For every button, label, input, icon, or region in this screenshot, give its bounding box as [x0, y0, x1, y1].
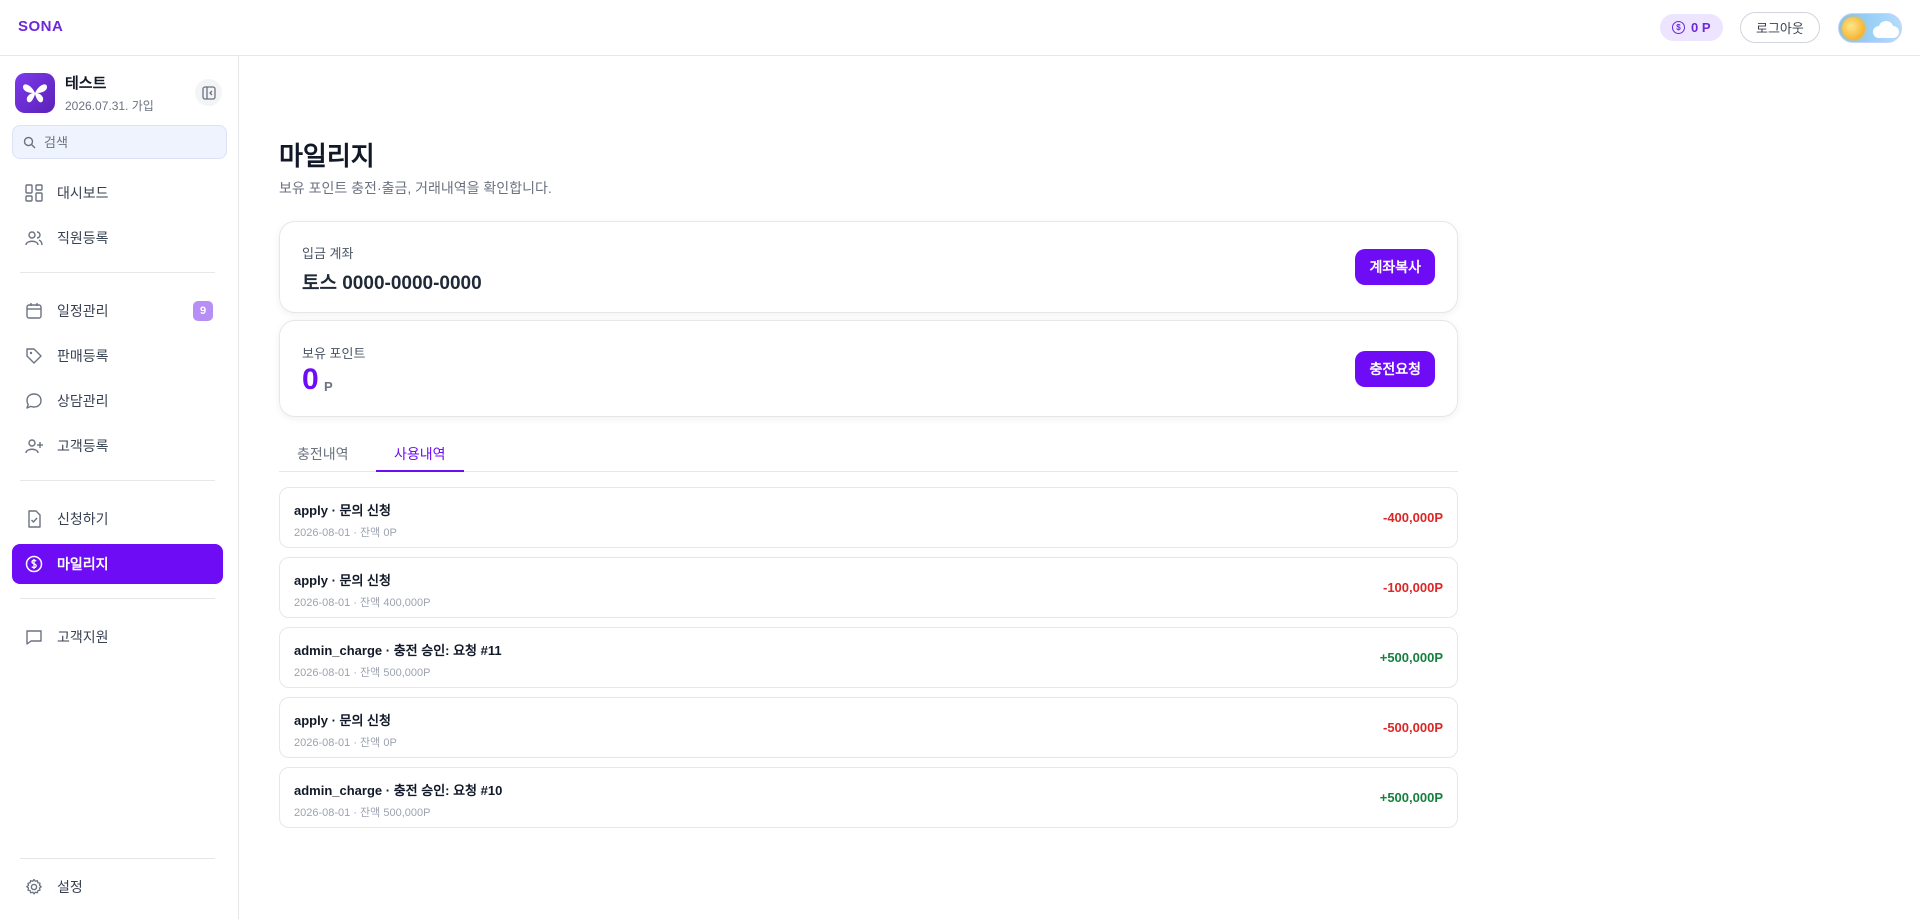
avatar[interactable]: [15, 73, 55, 113]
transaction-meta: 2026-08-01 · 잔액 400,000P: [294, 597, 431, 609]
top-bar: SONA $ 0 P 로그아웃: [0, 0, 1920, 56]
coin-icon: $: [1672, 21, 1685, 34]
tab-charge-history[interactable]: 충전내역: [279, 438, 367, 472]
transaction-amount: -400,000P: [1383, 510, 1443, 525]
sidebar-item-label: 직원등록: [57, 230, 109, 246]
history-tabs: 충전내역 사용내역: [279, 438, 1458, 472]
profile: 테스트 2026.07.31. 가입: [15, 72, 154, 114]
file-check-icon: [24, 509, 44, 529]
chat-icon: [24, 391, 44, 411]
deposit-account-card: 입금 계좌 토스 0000-0000-0000 계좌복사: [279, 221, 1458, 313]
sidebar-divider: [20, 598, 215, 599]
transaction-title: admin_charge · 충전 승인: 요청 #10: [294, 783, 503, 798]
sidebar-item-schedule[interactable]: 일정관리 9: [12, 291, 223, 331]
points-balance-card: 보유 포인트 0 P 충전요청: [279, 320, 1458, 417]
search-box: [12, 125, 227, 159]
sidebar-item-dashboard[interactable]: 대시보드: [12, 173, 223, 213]
sidebar-item-consulting[interactable]: 상담관리: [12, 381, 223, 421]
tab-usage-history[interactable]: 사용내역: [376, 438, 464, 472]
sidebar-item-sales[interactable]: 판매등록: [12, 336, 223, 376]
points-balance-pill[interactable]: $ 0 P: [1660, 14, 1723, 41]
sidebar-item-label: 판매등록: [57, 348, 109, 364]
users-icon: [24, 228, 44, 248]
schedule-count-badge: 9: [193, 301, 213, 321]
user-plus-icon: [24, 436, 44, 456]
transaction-amount: +500,000P: [1379, 790, 1443, 805]
sidebar: 테스트 2026.07.31. 가입 대시보드 직원등록 일정: [0, 56, 239, 919]
page-description: 보유 포인트 충전·출금, 거래내역을 확인합니다.: [279, 180, 552, 196]
search-icon: [23, 136, 36, 148]
brand-logo[interactable]: SONA: [18, 18, 63, 35]
sidebar-item-label: 설정: [57, 879, 83, 895]
sidebar-item-label: 마일리지: [57, 556, 109, 572]
coin-icon: [24, 554, 44, 574]
transaction-row[interactable]: admin_charge · 충전 승인: 요청 #10 2026-08-01 …: [279, 767, 1458, 828]
transaction-amount: -100,000P: [1383, 580, 1443, 595]
transaction-amount: -500,000P: [1383, 720, 1443, 735]
theme-toggle[interactable]: [1838, 13, 1902, 43]
sidebar-item-label: 고객지원: [57, 629, 109, 645]
transaction-row[interactable]: apply · 문의 신청 2026-08-01 · 잔액 0P -500,00…: [279, 697, 1458, 758]
points-balance-text: 0 P: [1691, 20, 1711, 35]
deposit-account-label: 입금 계좌: [302, 246, 354, 261]
transaction-row[interactable]: apply · 문의 신청 2026-08-01 · 잔액 400,000P -…: [279, 557, 1458, 618]
deposit-account-number: 토스 0000-0000-0000: [302, 273, 482, 294]
transaction-meta: 2026-08-01 · 잔액 0P: [294, 737, 397, 749]
transaction-amount: +500,000P: [1379, 650, 1443, 665]
sidebar-divider: [20, 858, 215, 859]
tag-icon: [24, 346, 44, 366]
profile-name: 테스트: [65, 75, 107, 92]
sidebar-item-support[interactable]: 고객지원: [12, 617, 223, 657]
sun-icon: [1842, 17, 1865, 40]
profile-joined-date: 2026.07.31. 가입: [65, 99, 154, 113]
copy-account-button[interactable]: 계좌복사: [1355, 249, 1435, 285]
charge-request-button[interactable]: 충전요청: [1355, 351, 1435, 387]
sidebar-item-label: 대시보드: [57, 185, 109, 201]
points-balance-value: 0: [302, 363, 319, 396]
calendar-icon: [24, 301, 44, 321]
page-title: 마일리지: [279, 141, 375, 171]
transaction-title: apply · 문의 신청: [294, 503, 391, 518]
butterfly-icon: [23, 84, 47, 103]
transaction-title: admin_charge · 충전 승인: 요청 #11: [294, 643, 502, 658]
sidebar-divider: [20, 480, 215, 481]
gear-icon: [24, 877, 44, 897]
sidebar-item-label: 신청하기: [57, 511, 109, 527]
transaction-meta: 2026-08-01 · 잔액 0P: [294, 527, 397, 539]
sidebar-item-label: 상담관리: [57, 393, 109, 409]
transaction-row[interactable]: apply · 문의 신청 2026-08-01 · 잔액 0P -400,00…: [279, 487, 1458, 548]
sidebar-item-label: 일정관리: [57, 303, 109, 319]
transaction-title: apply · 문의 신청: [294, 573, 391, 588]
transaction-meta: 2026-08-01 · 잔액 500,000P: [294, 667, 431, 679]
sidebar-divider: [20, 272, 215, 273]
sidebar-collapse-button[interactable]: [195, 79, 222, 106]
sidebar-item-apply[interactable]: 신청하기: [12, 499, 223, 539]
points-unit: P: [324, 379, 333, 394]
search-input[interactable]: [44, 134, 214, 150]
sidebar-item-staff[interactable]: 직원등록: [12, 218, 223, 258]
message-square-icon: [24, 627, 44, 647]
sidebar-collapse-icon: [201, 85, 216, 100]
points-balance-label: 보유 포인트: [302, 346, 366, 361]
logout-button[interactable]: 로그아웃: [1740, 12, 1820, 43]
sidebar-item-label: 고객등록: [57, 438, 109, 454]
transaction-title: apply · 문의 신청: [294, 713, 391, 728]
transaction-meta: 2026-08-01 · 잔액 500,000P: [294, 807, 431, 819]
dashboard-icon: [24, 183, 44, 203]
sidebar-item-customer-register[interactable]: 고객등록: [12, 426, 223, 466]
sidebar-item-settings[interactable]: 설정: [12, 867, 223, 907]
cloud-icon: [1873, 26, 1899, 38]
transaction-row[interactable]: admin_charge · 충전 승인: 요청 #11 2026-08-01 …: [279, 627, 1458, 688]
sidebar-item-mileage[interactable]: 마일리지: [12, 544, 223, 584]
